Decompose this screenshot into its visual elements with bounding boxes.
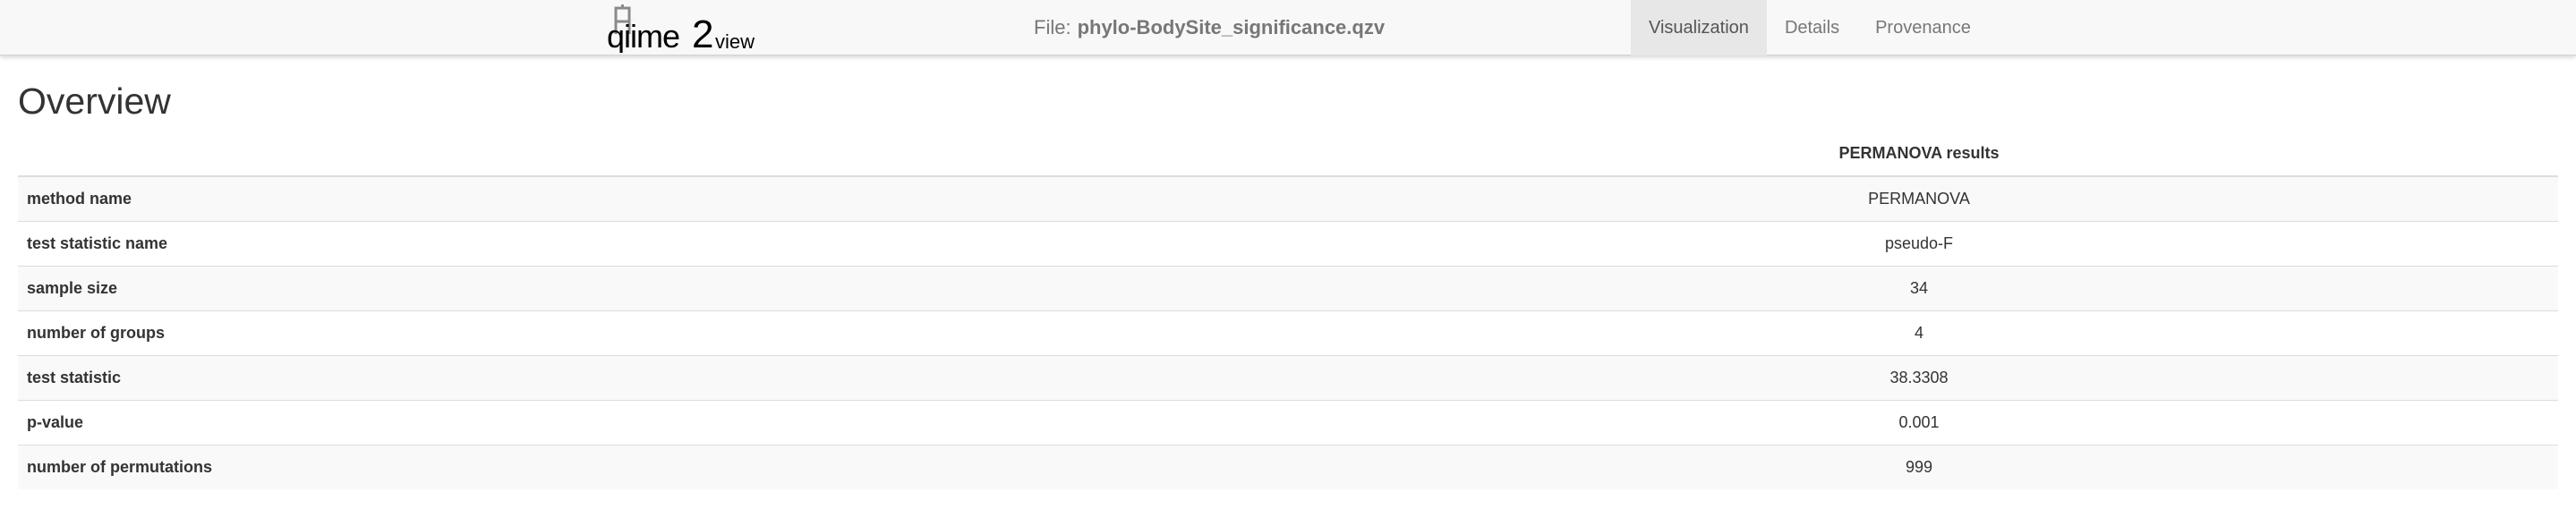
navbar: qiime 2 view File: phylo-BodySite_signif… [0, 0, 2576, 55]
table-row: sample size 34 [18, 266, 2558, 311]
page-title: Overview [18, 81, 171, 122]
row-label: test statistic [18, 355, 1280, 401]
row-value: pseudo-F [1280, 221, 2558, 267]
file-prefix: File: [1034, 16, 1071, 38]
table-row: method name PERMANOVA [18, 176, 2558, 222]
row-value: 4 [1280, 310, 2558, 356]
row-value: PERMANOVA [1280, 176, 2558, 222]
row-value: 0.001 [1280, 400, 2558, 445]
nav-tabs: Visualization Details Provenance [1631, 0, 1989, 55]
row-value: 34 [1280, 266, 2558, 311]
row-label: test statistic name [18, 221, 1280, 267]
row-label: p-value [18, 400, 1280, 445]
svg-text:2: 2 [692, 13, 713, 53]
table-column-header: PERMANOVA results [1280, 132, 2558, 177]
table-row: test statistic 38.3308 [18, 355, 2558, 401]
row-label: method name [18, 176, 1280, 222]
table-row: test statistic name pseudo-F [18, 221, 2558, 267]
file-name: phylo-BodySite_significance.qzv [1077, 16, 1386, 38]
permanova-results-table: PERMANOVA results method name PERMANOVA … [18, 132, 2558, 489]
table-header-row: PERMANOVA results [18, 132, 2558, 177]
qiime2-logo-icon: qiime 2 view [607, 4, 755, 53]
row-label: number of groups [18, 310, 1280, 356]
table-row: number of groups 4 [18, 310, 2558, 356]
row-value: 38.3308 [1280, 355, 2558, 401]
table-header-empty [18, 132, 1280, 177]
tab-provenance[interactable]: Provenance [1857, 0, 1989, 55]
row-label: sample size [18, 266, 1280, 311]
tab-visualization[interactable]: Visualization [1631, 0, 1767, 55]
file-label: File: phylo-BodySite_significance.qzv [1034, 0, 1385, 55]
row-label: number of permutations [27, 457, 213, 476]
svg-text:view: view [715, 30, 755, 53]
qiime2-view-logo[interactable]: qiime 2 view [607, 3, 759, 53]
svg-text:qiime: qiime [607, 18, 679, 53]
tab-details[interactable]: Details [1767, 0, 1857, 55]
row-value: 999 [1905, 457, 1933, 476]
table-row: p-value 0.001 [18, 400, 2558, 445]
table-row: number of permutations 999 [18, 445, 2558, 489]
